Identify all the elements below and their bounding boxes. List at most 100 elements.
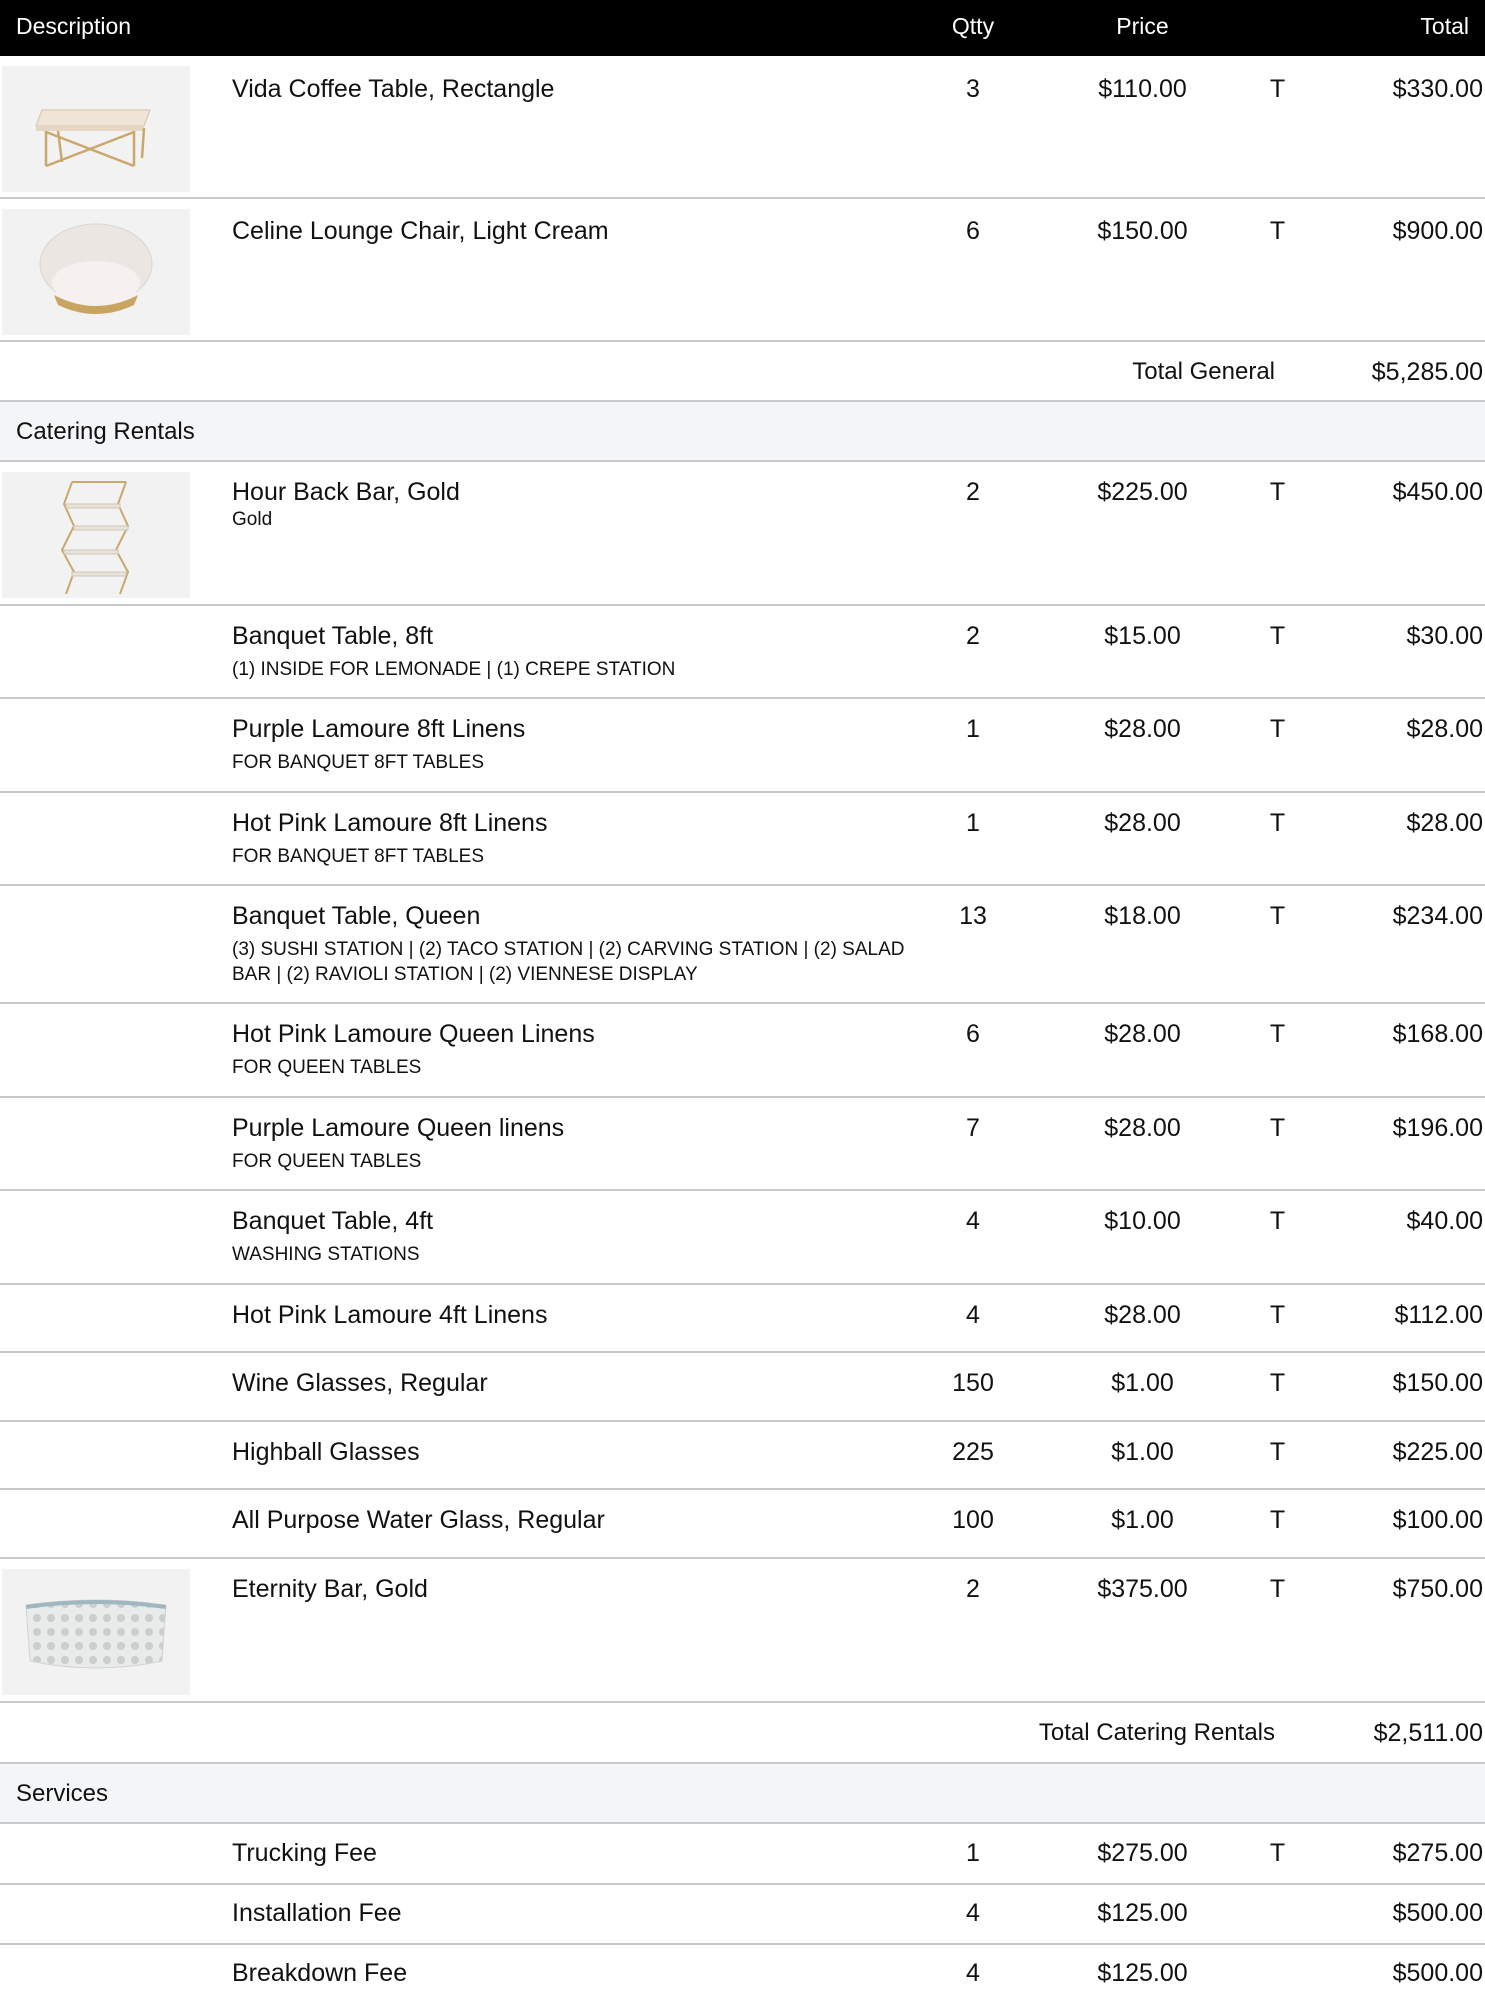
column-header-total: Total	[1420, 13, 1469, 39]
table-row: Hot Pink Lamoure 8ft Linens FOR BANQUET …	[0, 793, 1485, 886]
item-note: Gold	[232, 509, 273, 530]
table-row: Wine Glasses, Regular 150 $1.00 T $150.0…	[0, 1353, 1485, 1422]
item-price: $1.00	[1111, 1438, 1174, 1466]
table-row: Banquet Table, Queen (3) SUSHI STATION |…	[0, 886, 1485, 1004]
item-qty: 7	[966, 1114, 980, 1142]
table-row: Hot Pink Lamoure 4ft Linens 4 $28.00 T $…	[0, 1285, 1485, 1353]
item-qty: 4	[966, 1301, 980, 1329]
section-subtotal-general: Total General $5,285.00	[0, 342, 1485, 402]
item-qty: 6	[966, 217, 980, 245]
item-qty: 3	[966, 75, 980, 103]
item-tax-flag: T	[1269, 1114, 1286, 1142]
item-price: $1.00	[1111, 1506, 1174, 1534]
item-price: $15.00	[1104, 622, 1181, 650]
item-price: $10.00	[1104, 1207, 1181, 1235]
table-row: Trucking Fee 1 $275.00 T $275.00	[0, 1824, 1485, 1885]
item-price: $28.00	[1104, 1020, 1181, 1048]
item-note: (1) INSIDE FOR LEMONADE | (1) CREPE STAT…	[232, 659, 676, 680]
item-tax-flag: T	[1269, 1369, 1286, 1397]
column-header-description: Description	[16, 13, 132, 39]
item-name: Highball Glasses	[232, 1438, 420, 1466]
item-name: Purple Lamoure Queen linens	[232, 1114, 565, 1142]
item-total: $150.00	[1392, 1369, 1483, 1397]
item-qty: 225	[952, 1438, 994, 1466]
item-name: Wine Glasses, Regular	[232, 1369, 488, 1397]
item-qty: 4	[966, 1899, 980, 1927]
item-tax-flag: T	[1269, 75, 1286, 103]
item-total: $750.00	[1392, 1575, 1483, 1603]
item-name: Hot Pink Lamoure Queen Linens	[232, 1020, 595, 1048]
item-tax-flag: T	[1269, 1301, 1286, 1329]
item-qty: 100	[952, 1506, 994, 1534]
item-total: $28.00	[1406, 715, 1483, 743]
item-qty: 2	[966, 622, 980, 650]
item-qty: 2	[966, 478, 980, 506]
item-total: $168.00	[1392, 1020, 1483, 1048]
section-header-catering: Catering Rentals	[0, 402, 1485, 462]
item-total: $40.00	[1406, 1207, 1483, 1235]
item-name: Trucking Fee	[232, 1839, 377, 1867]
item-name: Hot Pink Lamoure 8ft Linens	[232, 809, 548, 837]
item-price: $28.00	[1104, 1301, 1181, 1329]
item-qty: 1	[966, 809, 980, 837]
table-row: Hot Pink Lamoure Queen Linens FOR QUEEN …	[0, 1004, 1485, 1098]
back-bar-thumbnail	[2, 472, 190, 598]
section-title: Services	[16, 1780, 109, 1807]
item-name: Vida Coffee Table, Rectangle	[232, 75, 555, 103]
subtotal-amount: $2,511.00	[1373, 1719, 1483, 1747]
subtotal-label: Total Catering Rentals	[1038, 1719, 1275, 1746]
item-price: $150.00	[1097, 217, 1188, 245]
item-name: Breakdown Fee	[232, 1959, 408, 1987]
table-row: Highball Glasses 225 $1.00 T $225.00	[0, 1422, 1485, 1490]
item-qty: 13	[959, 902, 987, 930]
table-row: Hour Back Bar, Gold Gold 2 $225.00 T $45…	[0, 462, 1485, 606]
item-name: All Purpose Water Glass, Regular	[232, 1506, 605, 1534]
table-row: Installation Fee 4 $125.00 $500.00	[0, 1885, 1485, 1945]
item-price: $110.00	[1098, 75, 1187, 103]
item-total: $100.00	[1392, 1506, 1483, 1534]
table-row: Celine Lounge Chair, Light Cream 6 $150.…	[0, 199, 1485, 342]
table-row: Vida Coffee Table, Rectangle 3 $110.00 T…	[0, 56, 1485, 199]
item-price: $28.00	[1104, 715, 1181, 743]
table-row: All Purpose Water Glass, Regular 100 $1.…	[0, 1490, 1485, 1559]
item-tax-flag: T	[1269, 1839, 1286, 1867]
item-tax-flag: T	[1269, 217, 1286, 245]
item-name: Hour Back Bar, Gold	[232, 478, 460, 506]
table-header: Description Qtty Price Total	[0, 0, 1485, 56]
item-tax-flag: T	[1269, 902, 1286, 930]
item-tax-flag: T	[1269, 809, 1286, 837]
item-total: $30.00	[1406, 622, 1483, 650]
item-price: $18.00	[1104, 902, 1181, 930]
item-price: $375.00	[1097, 1575, 1188, 1603]
item-total: $225.00	[1392, 1438, 1483, 1466]
item-price: $28.00	[1104, 1114, 1181, 1142]
item-tax-flag: T	[1269, 1020, 1286, 1048]
item-price: $1.00	[1111, 1369, 1174, 1397]
section-subtotal-catering: Total Catering Rentals $2,511.00	[0, 1703, 1485, 1764]
subtotal-label: Total General	[1132, 358, 1275, 385]
item-total: $900.00	[1392, 217, 1483, 245]
column-header-qty: Qtty	[951, 13, 995, 39]
item-qty: 2	[966, 1575, 980, 1603]
item-tax-flag: T	[1269, 1506, 1286, 1534]
item-note: FOR BANQUET 8FT TABLES	[232, 846, 484, 867]
item-name: Celine Lounge Chair, Light Cream	[232, 217, 609, 245]
item-total: $112.00	[1394, 1301, 1483, 1329]
item-name: Banquet Table, 8ft	[232, 622, 434, 650]
column-header-price: Price	[1116, 13, 1169, 39]
item-note: FOR BANQUET 8FT TABLES	[232, 752, 484, 773]
item-qty: 6	[966, 1020, 980, 1048]
item-tax-flag: T	[1269, 1438, 1286, 1466]
item-tax-flag: T	[1269, 622, 1286, 650]
item-total: $28.00	[1406, 809, 1483, 837]
item-total: $275.00	[1392, 1839, 1483, 1867]
item-name: Banquet Table, 4ft	[232, 1207, 434, 1235]
item-total: $330.00	[1392, 75, 1483, 103]
item-note: (3) SUSHI STATION | (2) TACO STATION | (…	[232, 939, 905, 985]
item-tax-flag: T	[1269, 1207, 1286, 1235]
table-row: Purple Lamoure 8ft Linens FOR BANQUET 8F…	[0, 699, 1485, 793]
item-name: Eternity Bar, Gold	[232, 1575, 428, 1603]
item-tax-flag: T	[1269, 715, 1286, 743]
item-total: $500.00	[1392, 1959, 1483, 1987]
item-note: FOR QUEEN TABLES	[232, 1151, 422, 1172]
